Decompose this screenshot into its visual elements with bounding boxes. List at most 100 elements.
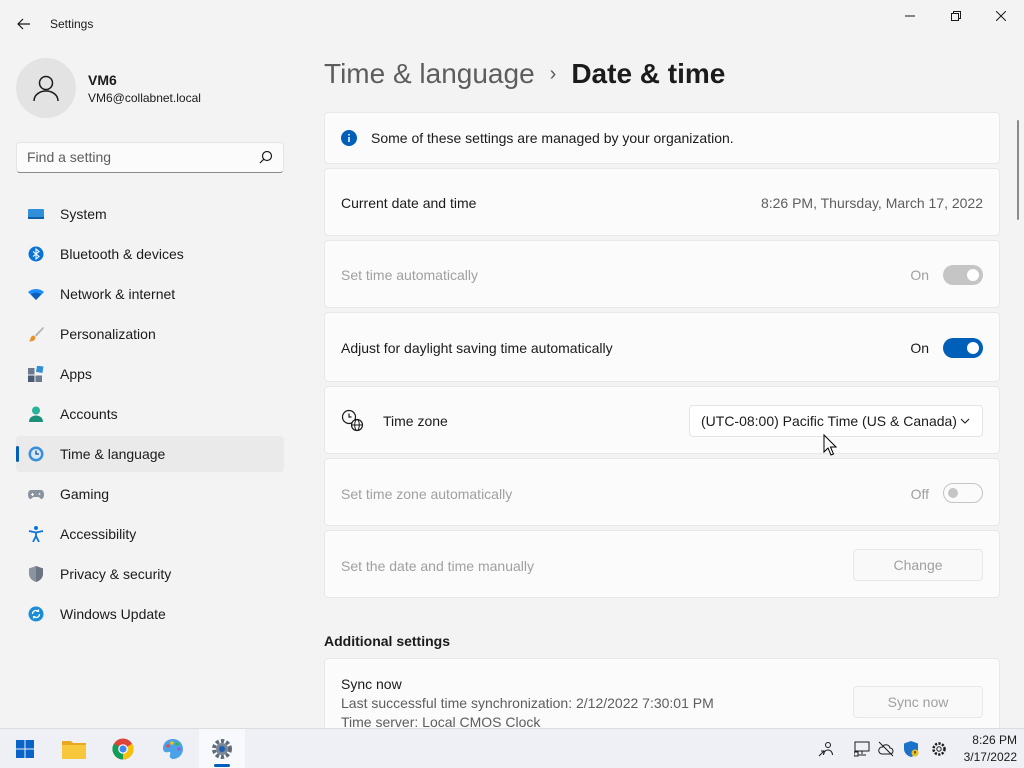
time-language-icon [28, 446, 44, 462]
daylight-saving-state: On [910, 340, 929, 356]
set-time-auto-toggle [943, 265, 983, 285]
sync-now-row: Sync now Last successful time synchroniz… [324, 658, 1000, 738]
time-zone-label: Time zone [383, 413, 448, 429]
sidebar-item-accounts[interactable]: Accounts [16, 396, 284, 432]
clock-globe-icon [341, 409, 364, 432]
sidebar-item-accessibility[interactable]: Accessibility [16, 516, 284, 552]
taskbar: 8:26 PM 3/17/2022 [0, 728, 1024, 768]
bluetooth-icon [28, 246, 44, 262]
current-datetime-label: Current date and time [341, 195, 477, 211]
search-input[interactable] [27, 149, 247, 165]
taskbar-paint[interactable] [150, 729, 196, 768]
search-icon[interactable] [259, 150, 273, 164]
avatar[interactable] [16, 58, 76, 118]
time-zone-auto-row: Set time zone automatically Off [324, 458, 1000, 526]
sidebar-item-time-language[interactable]: Time & language [16, 436, 284, 472]
sidebar-item-network[interactable]: Network & internet [16, 276, 284, 312]
time-zone-value: (UTC-08:00) Pacific Time (US & Canada) [701, 413, 957, 429]
info-banner: Some of these settings are managed by yo… [324, 112, 1000, 164]
sidebar-item-apps[interactable]: Apps [16, 356, 284, 392]
accessibility-icon [28, 526, 44, 542]
sidebar-item-label: Personalization [60, 326, 156, 342]
sync-title: Sync now [341, 676, 402, 692]
sidebar-item-label: Windows Update [60, 606, 166, 622]
clock-date: 3/17/2022 [963, 750, 1017, 764]
current-datetime-row: Current date and time 8:26 PM, Thursday,… [324, 168, 1000, 236]
restore-icon [951, 11, 961, 21]
title-bar: Settings [0, 0, 1024, 48]
chevron-down-icon [960, 418, 970, 424]
sidebar-item-personalization[interactable]: Personalization [16, 316, 284, 352]
additional-settings-title: Additional settings [324, 633, 450, 649]
back-button[interactable] [10, 10, 38, 38]
sidebar-item-windows-update[interactable]: Windows Update [16, 596, 284, 632]
user-icon [33, 75, 59, 102]
manual-datetime-row: Set the date and time manually Change [324, 530, 1000, 598]
brush-icon [28, 327, 44, 342]
people-icon[interactable] [818, 741, 834, 757]
minimize-button[interactable] [887, 0, 933, 32]
time-zone-row: Time zone (UTC-08:00) Pacific Time (US &… [324, 386, 1000, 456]
info-text: Some of these settings are managed by yo… [371, 130, 734, 146]
breadcrumb-parent[interactable]: Time & language [324, 58, 535, 90]
daylight-saving-label: Adjust for daylight saving time automati… [341, 340, 613, 356]
info-icon [341, 130, 357, 146]
taskbar-settings[interactable] [199, 729, 245, 768]
user-email: VM6@collabnet.local [88, 91, 201, 105]
paint-icon [163, 739, 183, 759]
daylight-saving-toggle[interactable] [943, 338, 983, 358]
breadcrumb-separator: › [549, 62, 557, 85]
gaming-icon [28, 490, 44, 499]
clock-time: 8:26 PM [972, 733, 1017, 747]
cloud-off-icon[interactable] [878, 741, 894, 757]
set-time-auto-row: Set time automatically On [324, 240, 1000, 308]
start-button[interactable] [2, 729, 48, 768]
sidebar-item-label: Apps [60, 366, 92, 382]
start-icon [16, 740, 34, 758]
wifi-icon [28, 289, 44, 300]
time-zone-auto-label: Set time zone automatically [341, 486, 513, 502]
sidebar-item-system[interactable]: System [16, 196, 284, 232]
page-title: Date & time [571, 58, 726, 89]
sidebar-item-label: Bluetooth & devices [60, 246, 184, 262]
sidebar-item-label: Accounts [60, 406, 118, 422]
apps-icon [28, 366, 44, 382]
sidebar-item-bluetooth[interactable]: Bluetooth & devices [16, 236, 284, 272]
sidebar-item-label: Time & language [60, 446, 166, 462]
settings-icon [212, 739, 232, 759]
manual-datetime-label: Set the date and time manually [341, 558, 535, 574]
sync-last-time: Last successful time synchronization: 2/… [341, 695, 714, 711]
taskbar-chrome[interactable] [100, 729, 146, 768]
maximize-button[interactable] [933, 0, 979, 32]
user-name: VM6 [88, 72, 117, 88]
sidebar-item-label: System [60, 206, 107, 222]
taskbar-file-explorer[interactable] [51, 729, 97, 768]
sidebar-nav: System Bluetooth & devices Network & int… [16, 196, 284, 636]
arrow-left-icon [17, 18, 30, 30]
set-time-auto-label: Set time automatically [341, 267, 478, 283]
minimize-icon [905, 15, 915, 17]
breadcrumb: Time & language › Date & time [324, 58, 725, 90]
security-shield-icon[interactable] [903, 741, 919, 757]
accounts-icon [29, 406, 43, 422]
taskbar-clock[interactable]: 8:26 PM 3/17/2022 [955, 732, 1017, 766]
change-button: Change [853, 549, 983, 581]
scrollbar[interactable] [1017, 120, 1019, 220]
time-zone-auto-toggle [943, 483, 983, 503]
sidebar-item-gaming[interactable]: Gaming [16, 476, 284, 512]
time-zone-dropdown[interactable]: (UTC-08:00) Pacific Time (US & Canada) [689, 405, 983, 437]
file-explorer-icon [62, 741, 86, 759]
time-zone-auto-state: Off [910, 486, 929, 502]
daylight-saving-row: Adjust for daylight saving time automati… [324, 312, 1000, 382]
network-wired-icon[interactable] [854, 741, 870, 757]
sidebar-item-label: Accessibility [60, 526, 137, 542]
gear-icon[interactable] [931, 741, 947, 757]
app-title: Settings [50, 17, 94, 31]
shield-icon [29, 566, 43, 582]
sync-now-button: Sync now [853, 686, 983, 718]
sidebar-item-privacy[interactable]: Privacy & security [16, 556, 284, 592]
search-box[interactable] [16, 142, 284, 173]
sidebar-item-label: Privacy & security [60, 566, 172, 582]
close-button[interactable] [978, 0, 1024, 32]
system-icon [28, 209, 44, 219]
